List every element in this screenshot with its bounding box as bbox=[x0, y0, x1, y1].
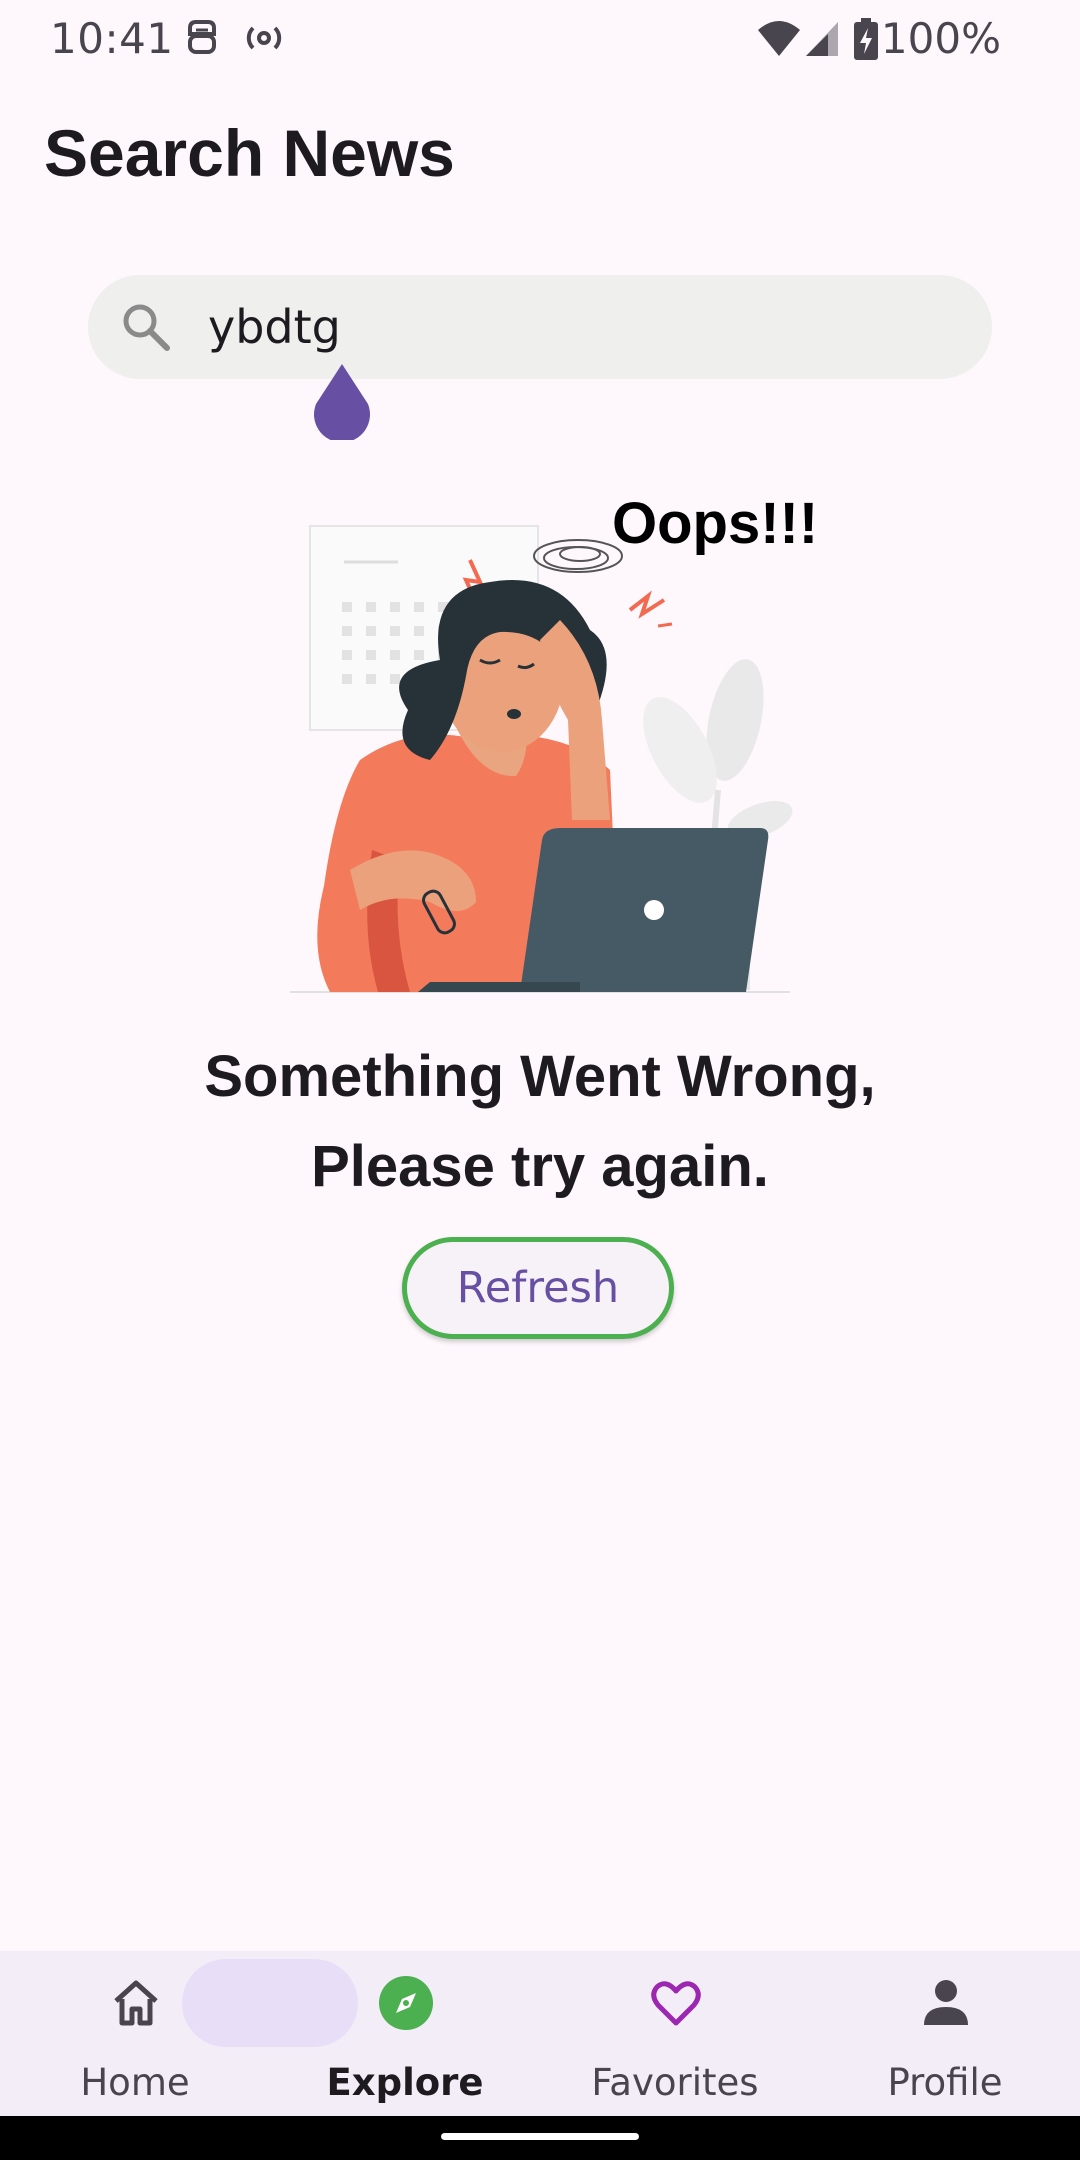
heart-icon bbox=[651, 1981, 701, 2026]
status-time: 10:41 bbox=[50, 14, 174, 63]
page-title: Search News bbox=[44, 116, 455, 190]
nav-label-favorites: Favorites bbox=[591, 2061, 759, 2104]
signal-icon bbox=[806, 22, 838, 56]
battery-percentage: 100% bbox=[880, 14, 1001, 63]
search-bar[interactable] bbox=[88, 275, 992, 379]
nav-item-favorites[interactable]: Favorites bbox=[540, 1951, 810, 2116]
nav-item-home[interactable]: Home bbox=[0, 1951, 270, 2116]
bottom-navigation-bar: Home Explore Favorites Profile bbox=[0, 1951, 1080, 2116]
nav-label-explore: Explore bbox=[326, 2061, 484, 2104]
person-icon bbox=[924, 1980, 968, 2025]
battery-charging-icon bbox=[854, 18, 878, 60]
nav-label-profile: Profile bbox=[887, 2061, 1003, 2104]
hotspot-icon bbox=[246, 26, 282, 50]
gesture-handle[interactable] bbox=[441, 2133, 639, 2140]
compass-icon bbox=[379, 1976, 433, 2030]
text-cursor-handle[interactable] bbox=[310, 364, 374, 440]
error-illustration bbox=[290, 525, 793, 993]
error-message: Something Went Wrong, Please try again. bbox=[90, 1032, 990, 1212]
assistant-icon bbox=[188, 20, 216, 54]
wifi-icon bbox=[758, 21, 800, 56]
search-icon bbox=[123, 304, 170, 351]
status-bar: 10:41 100% bbox=[0, 0, 1080, 78]
nav-item-profile[interactable]: Profile bbox=[810, 1951, 1080, 2116]
nav-item-explore[interactable]: Explore bbox=[270, 1951, 540, 2116]
home-icon bbox=[114, 1980, 158, 2026]
system-gesture-bar bbox=[0, 2116, 1080, 2160]
refresh-button[interactable]: Refresh bbox=[402, 1237, 674, 1339]
error-line-1: Something Went Wrong, bbox=[204, 1044, 876, 1109]
error-line-2: Please try again. bbox=[311, 1134, 769, 1199]
oops-caption: Oops!!! bbox=[612, 491, 819, 556]
nav-label-home: Home bbox=[80, 2061, 190, 2104]
